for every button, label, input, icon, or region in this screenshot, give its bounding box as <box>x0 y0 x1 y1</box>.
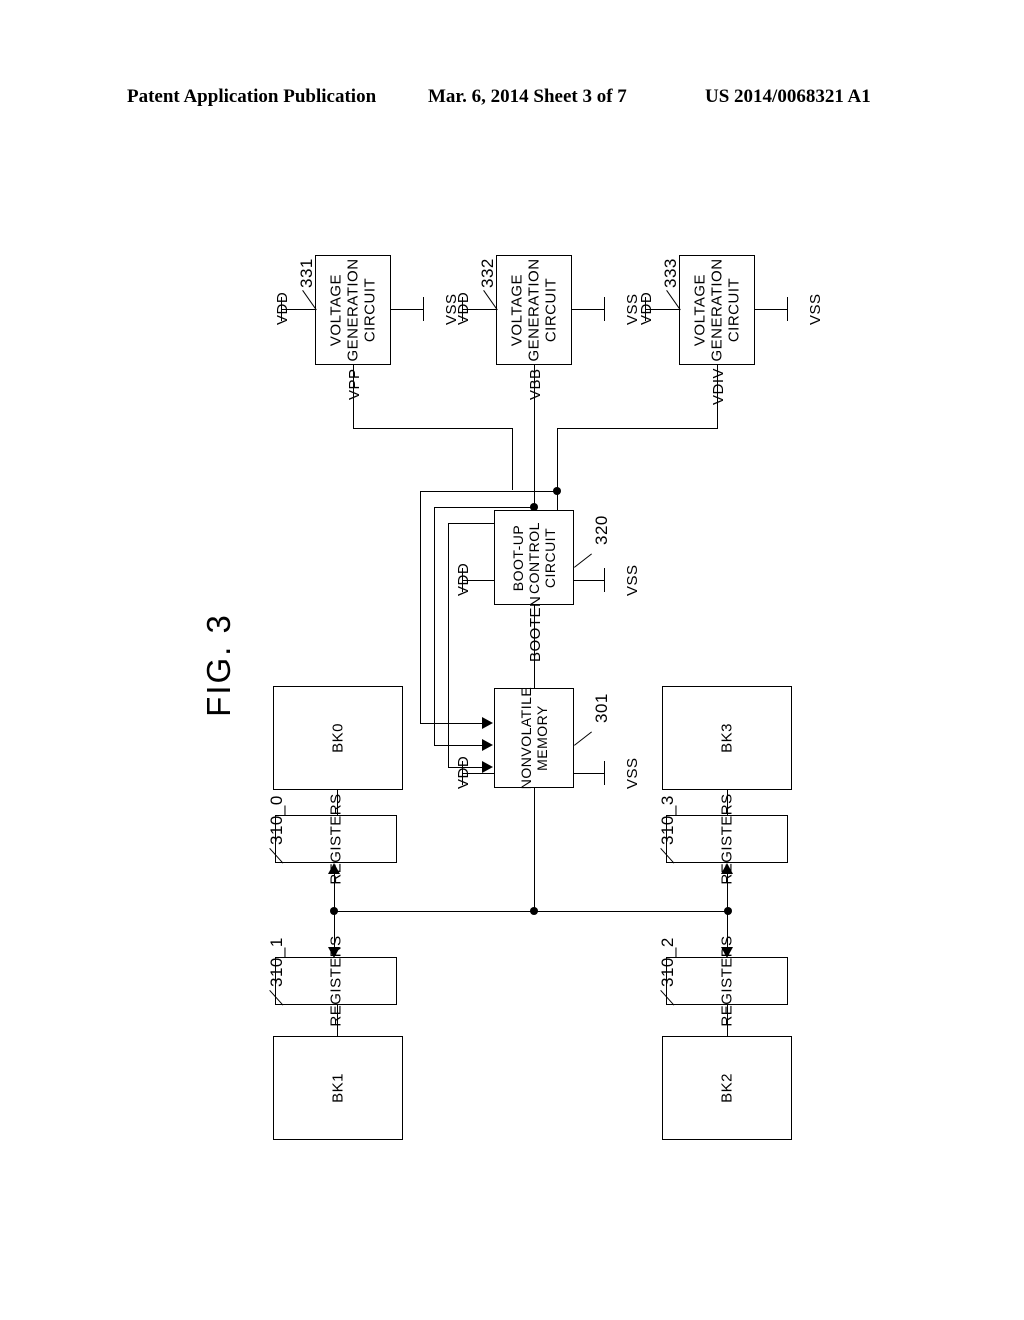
registers-310-1-label: REGISTERS <box>327 935 345 1027</box>
nvm-line1: NONVOLATILE <box>518 686 534 790</box>
registers-310-1: REGISTERS <box>275 935 397 1027</box>
vgc-333-line2: GENERATION <box>708 258 726 362</box>
ref-numeral-310-2: 310_2 <box>658 937 677 987</box>
vbb-branch-top <box>434 507 535 508</box>
bus-to-310-3-arrow <box>721 863 733 874</box>
vgc-331-line3: CIRCUIT <box>361 277 379 343</box>
boot-up-control-text: BOOT-UP CONTROL CIRCUIT <box>510 522 558 594</box>
bus-junction-center <box>530 907 538 915</box>
vss-line-331 <box>391 309 423 310</box>
ref-numeral-301: 301 <box>592 693 611 723</box>
bank-bk1-label: BK1 <box>329 1073 347 1103</box>
vgc-331-text: VOLTAGE GENERATION CIRCUIT <box>328 258 379 361</box>
leader-301 <box>574 731 592 746</box>
vss-label-320: VSS <box>624 564 641 596</box>
vbb-arrow-into-nvm <box>482 739 493 751</box>
vbb-branch-down <box>434 507 435 745</box>
vdd-label-331: VDD <box>274 291 291 325</box>
bank-bk2-label: BK2 <box>718 1073 736 1103</box>
leader-320 <box>574 553 592 568</box>
vpp-branch-down <box>448 523 449 767</box>
boot-up-line2: CONTROL <box>526 521 542 594</box>
vdiv-branch-down <box>420 491 421 723</box>
vdd-label-301: VDD <box>455 755 472 789</box>
nonvolatile-memory-text: NONVOLATILE MEMORY <box>518 687 550 790</box>
ref-numeral-333: 333 <box>661 258 680 288</box>
vdiv-drop-to-boot <box>557 428 558 510</box>
vdd-label-320: VDD <box>455 562 472 596</box>
nonvolatile-memory: NONVOLATILE MEMORY <box>494 687 574 790</box>
boot-up-line1: BOOT-UP <box>510 524 526 591</box>
vdiv-label-333: VDIV <box>710 367 727 405</box>
publication-number: US 2014/0068321 A1 <box>705 86 871 107</box>
bank-bk3: BK3 <box>662 686 792 790</box>
vss-line-332 <box>572 309 604 310</box>
ref-numeral-332: 332 <box>478 258 497 288</box>
vss-line-333 <box>755 309 787 310</box>
vgc-332-line1: VOLTAGE <box>508 273 526 347</box>
bus-to-310-0-arrow <box>328 863 340 874</box>
ref-numeral-331: 331 <box>297 258 316 288</box>
vpp-horizontal-run <box>353 428 513 429</box>
voltage-generation-circuit-333: VOLTAGE GENERATION CIRCUIT <box>679 255 755 365</box>
vdd-label-332: VDD <box>455 291 472 325</box>
vss-bar-333 <box>787 297 788 321</box>
registers-310-0: REGISTERS <box>275 793 397 885</box>
vgc-332-text: VOLTAGE GENERATION CIRCUIT <box>509 258 560 361</box>
ref-numeral-310-1: 310_1 <box>267 937 286 987</box>
vdiv-branch-top <box>420 491 558 492</box>
ref-numeral-310-0: 310_0 <box>267 795 286 845</box>
vss-line-301 <box>574 773 604 774</box>
vbb-branch-into-nvm <box>434 745 485 746</box>
voltage-generation-circuit-331: VOLTAGE GENERATION CIRCUIT <box>315 255 391 365</box>
vss-label-301: VSS <box>624 757 641 789</box>
vdiv-horizontal-run <box>557 428 718 429</box>
vgc-331-line2: GENERATION <box>344 258 362 362</box>
figure-label: FIG. 3 <box>200 613 237 717</box>
vss-bar-320 <box>604 568 605 592</box>
vgc-332-line2: GENERATION <box>525 258 543 362</box>
vdiv-branch-into-nvm <box>420 723 485 724</box>
vpp-arrow-into-nvm <box>482 761 493 773</box>
publication-type-label: Patent Application Publication <box>127 86 377 107</box>
bank-bk1: BK1 <box>273 1036 403 1140</box>
vgc-333-text: VOLTAGE GENERATION CIRCUIT <box>692 258 743 361</box>
310-1-to-bk1-line <box>337 1005 338 1036</box>
310-2-to-bk2-line <box>727 1005 728 1036</box>
vpp-label-331: VPP <box>346 368 363 400</box>
registers-310-2: REGISTERS <box>666 935 788 1027</box>
vgc-331-line1: VOLTAGE <box>327 273 345 347</box>
vss-bar-331 <box>423 297 424 321</box>
nvm-to-bus-line <box>534 788 535 912</box>
boot-up-control-circuit: BOOT-UP CONTROL CIRCUIT <box>494 510 574 605</box>
ref-numeral-320: 320 <box>592 515 611 545</box>
bank-bk3-label: BK3 <box>718 723 736 753</box>
vss-line-320 <box>574 580 604 581</box>
page-header: Patent Application Publication Mar. 6, 2… <box>0 86 1024 118</box>
vgc-333-line3: CIRCUIT <box>725 277 743 343</box>
vss-label-333: VSS <box>807 293 824 325</box>
bus-junction-right <box>724 907 732 915</box>
boot-up-line3: CIRCUIT <box>542 527 558 588</box>
vgc-333-line1: VOLTAGE <box>691 273 709 347</box>
bus-to-310-3-line <box>727 874 728 911</box>
vss-bar-332 <box>604 297 605 321</box>
vdiv-arrow-into-nvm <box>482 717 493 729</box>
bank-bk0-label: BK0 <box>329 723 347 753</box>
vpp-drop-to-tap <box>512 428 513 490</box>
registers-310-3: REGISTERS <box>666 793 788 885</box>
bank-bk2: BK2 <box>662 1036 792 1140</box>
nvm-line2: MEMORY <box>534 705 550 771</box>
bus-to-310-0-line <box>334 874 335 911</box>
vgc-332-line3: CIRCUIT <box>542 277 560 343</box>
bank-bk0: BK0 <box>273 686 403 790</box>
publication-date-sheet: Mar. 6, 2014 Sheet 3 of 7 <box>428 86 627 107</box>
booten-label: BOOTEN <box>527 595 544 662</box>
vss-bar-301 <box>604 761 605 785</box>
ref-numeral-310-3: 310_3 <box>658 795 677 845</box>
voltage-generation-circuit-332: VOLTAGE GENERATION CIRCUIT <box>496 255 572 365</box>
vbb-label-332: VBB <box>527 368 544 400</box>
vdd-label-333: VDD <box>638 291 655 325</box>
